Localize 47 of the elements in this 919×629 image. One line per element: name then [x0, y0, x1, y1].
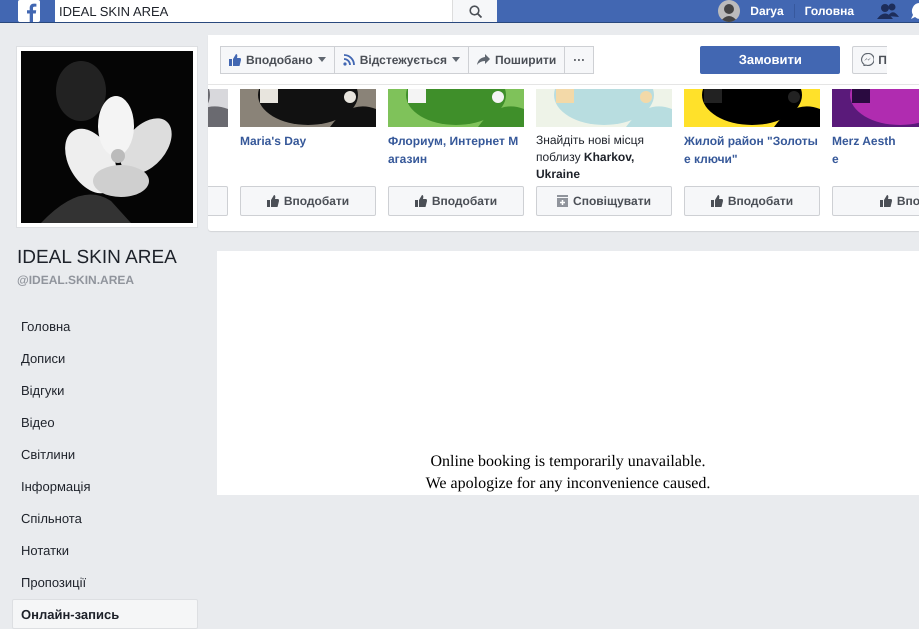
home-link[interactable]: Головна: [794, 4, 864, 18]
nav-item[interactable]: Головна: [12, 311, 198, 341]
nav-item[interactable]: Інформація: [12, 471, 198, 501]
like-page-button[interactable]: Вподобати: [240, 186, 376, 216]
page-title-link[interactable]: Флориум, Интернет М агазин: [388, 132, 524, 182]
nav-item[interactable]: Відгуки: [12, 375, 198, 405]
nav-item[interactable]: Пропозиції: [12, 567, 198, 597]
search-field[interactable]: IDEAL SKIN AREA: [55, 0, 452, 22]
nav-item[interactable]: Відео: [12, 407, 198, 437]
message-button[interactable]: П: [852, 46, 887, 74]
nav-item[interactable]: Дописи: [12, 343, 198, 373]
booking-message: We apologize for any inconvenience caused.: [426, 474, 710, 494]
page-title-link[interactable]: Merz Aesth e: [832, 132, 919, 182]
search-button[interactable]: [452, 0, 497, 22]
thumbs-up-icon: [710, 195, 723, 207]
booking-message: Online booking is temporarily unavailable.: [430, 452, 706, 472]
notify-button[interactable]: Сповіщувати: [536, 186, 672, 216]
thumbs-up-icon: [229, 54, 241, 66]
rss-icon: [342, 54, 355, 66]
messenger-icon: [861, 53, 874, 66]
logo-icon[interactable]: [18, 0, 40, 22]
share-arrow-icon: [476, 54, 490, 65]
like-page-button[interactable]: Вподобати: [388, 186, 524, 216]
page-title-link[interactable]: Жилой район "Золоты е ключи": [684, 132, 820, 182]
nav-item[interactable]: Онлайн-запись: [12, 599, 198, 629]
search-icon: [468, 4, 482, 18]
order-button[interactable]: Замовити: [700, 46, 840, 74]
nav-item[interactable]: Нотатки: [12, 535, 198, 565]
action-button[interactable]: Відстежується: [334, 46, 469, 74]
friends-icon[interactable]: [876, 3, 900, 19]
action-button[interactable]: Поширити: [468, 46, 566, 74]
nav-item[interactable]: Світлини: [12, 439, 198, 469]
messenger-icon[interactable]: [911, 2, 919, 20]
page-username: @IDEAL.SKIN.AREA: [17, 273, 136, 287]
action-button[interactable]: ···: [564, 46, 594, 74]
action-button[interactable]: Вподобано: [220, 46, 335, 74]
avatar[interactable]: [718, 0, 740, 22]
nav-item[interactable]: Спільнота: [12, 503, 198, 533]
page-title-link[interactable]: Maria's Day: [240, 132, 376, 182]
profile-link[interactable]: Darya: [740, 4, 794, 18]
thumbs-up-icon: [414, 195, 427, 207]
like-page-button[interactable]: Вподобати: [684, 186, 820, 216]
page-name: IDEAL SKIN AREA: [17, 247, 178, 269]
places-suggestion-text: Знайдіть нові місця поблизу Kharkov, Ukraine: [536, 132, 645, 182]
thumbs-up-icon: [880, 195, 892, 207]
calendar-plus-icon: [557, 195, 568, 207]
thumbs-up-icon: [266, 195, 279, 207]
